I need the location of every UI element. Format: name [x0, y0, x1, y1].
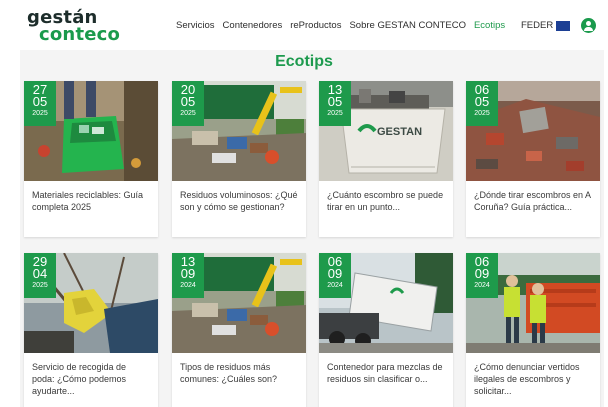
page-title: Ecotips	[275, 53, 333, 70]
article-card[interactable]: 20 05 2025 Residuos voluminosos: ¿Qué son …	[172, 81, 306, 237]
article-title[interactable]: Servicio de recogida de poda: ¿Cómo pode…	[24, 353, 158, 407]
user-account-icon[interactable]	[581, 18, 596, 33]
date-badge: 06 09 2024	[319, 253, 351, 298]
article-image[interactable]: 06 09 2024	[319, 253, 453, 353]
brand-line-2: conteco	[39, 24, 121, 45]
article-card[interactable]: 06 09 2024 ¿Cómo denunciar vertidos ilegal…	[466, 253, 600, 407]
container-brand-text: GESTAN	[377, 126, 423, 138]
article-image[interactable]: GESTAN 13 05 2025	[319, 81, 453, 181]
brand-logo[interactable]: gestán conteco	[27, 9, 121, 45]
eu-flag-icon	[556, 20, 571, 31]
article-card[interactable]: 06 05 2025 ¿Dónde tirar escombros en A Cor…	[466, 81, 600, 237]
article-image[interactable]: 27 05 2025	[24, 81, 158, 181]
article-title[interactable]: Tipos de residuos más comunes: ¿Cuáles s…	[172, 353, 306, 407]
feder-label: FEDER	[521, 20, 554, 31]
nav-item-sobre[interactable]: Sobre GESTAN CONTECO	[349, 20, 466, 31]
date-badge: 13 09 2024	[172, 253, 204, 298]
nav-item-reproductos[interactable]: reProductos	[290, 20, 341, 31]
article-card[interactable]: 29 04 2025 Servicio de recogida de poda: ¿…	[24, 253, 158, 407]
article-title[interactable]: ¿Dónde tirar escombros en A Coruña? Guía…	[466, 181, 600, 237]
article-card[interactable]: 27 05 2025 Materiales reciclables: Guía co…	[24, 81, 158, 237]
article-image[interactable]: 13 09 2024	[172, 253, 306, 353]
nav-item-ecotips[interactable]: Ecotips	[474, 20, 505, 31]
date-badge: 06 09 2024	[466, 253, 498, 298]
date-badge: 13 05 2025	[319, 81, 351, 126]
feder-link[interactable]: FEDER	[521, 20, 571, 31]
article-title[interactable]: ¿Cuánto escombro se puede tirar en un pu…	[319, 181, 453, 237]
article-title[interactable]: Contenedor para mezclas de residuos sin …	[319, 353, 453, 407]
nav-item-servicios[interactable]: Servicios	[176, 20, 215, 31]
article-title[interactable]: Residuos voluminosos: ¿Qué son y cómo se…	[172, 181, 306, 237]
article-title[interactable]: ¿Cómo denunciar vertidos ilegales de esc…	[466, 353, 600, 407]
article-image[interactable]: 06 09 2024	[466, 253, 600, 353]
article-image[interactable]: 06 05 2025	[466, 81, 600, 181]
article-card[interactable]: 13 09 2024 Tipos de residuos más comunes: …	[172, 253, 306, 407]
article-card[interactable]: 06 09 2024 Contenedor para mezclas de resi…	[319, 253, 453, 407]
article-card[interactable]: GESTAN 13 05 2025 ¿Cuánto escombro se pued…	[319, 81, 453, 237]
article-title[interactable]: Materiales reciclables: Guía completa 20…	[24, 181, 158, 237]
nav-item-contenedores[interactable]: Contenedores	[223, 20, 283, 31]
article-image[interactable]: 20 05 2025	[172, 81, 306, 181]
date-badge: 06 05 2025	[466, 81, 498, 126]
main-nav: Servicios Contenedores reProductos Sobre…	[176, 20, 513, 31]
date-badge: 29 04 2025	[24, 253, 56, 298]
top-bar: gestán conteco Servicios Contenedores re…	[0, 0, 608, 50]
date-badge: 27 05 2025	[24, 81, 56, 126]
date-badge: 20 05 2025	[172, 81, 204, 126]
article-image[interactable]: 29 04 2025	[24, 253, 158, 353]
